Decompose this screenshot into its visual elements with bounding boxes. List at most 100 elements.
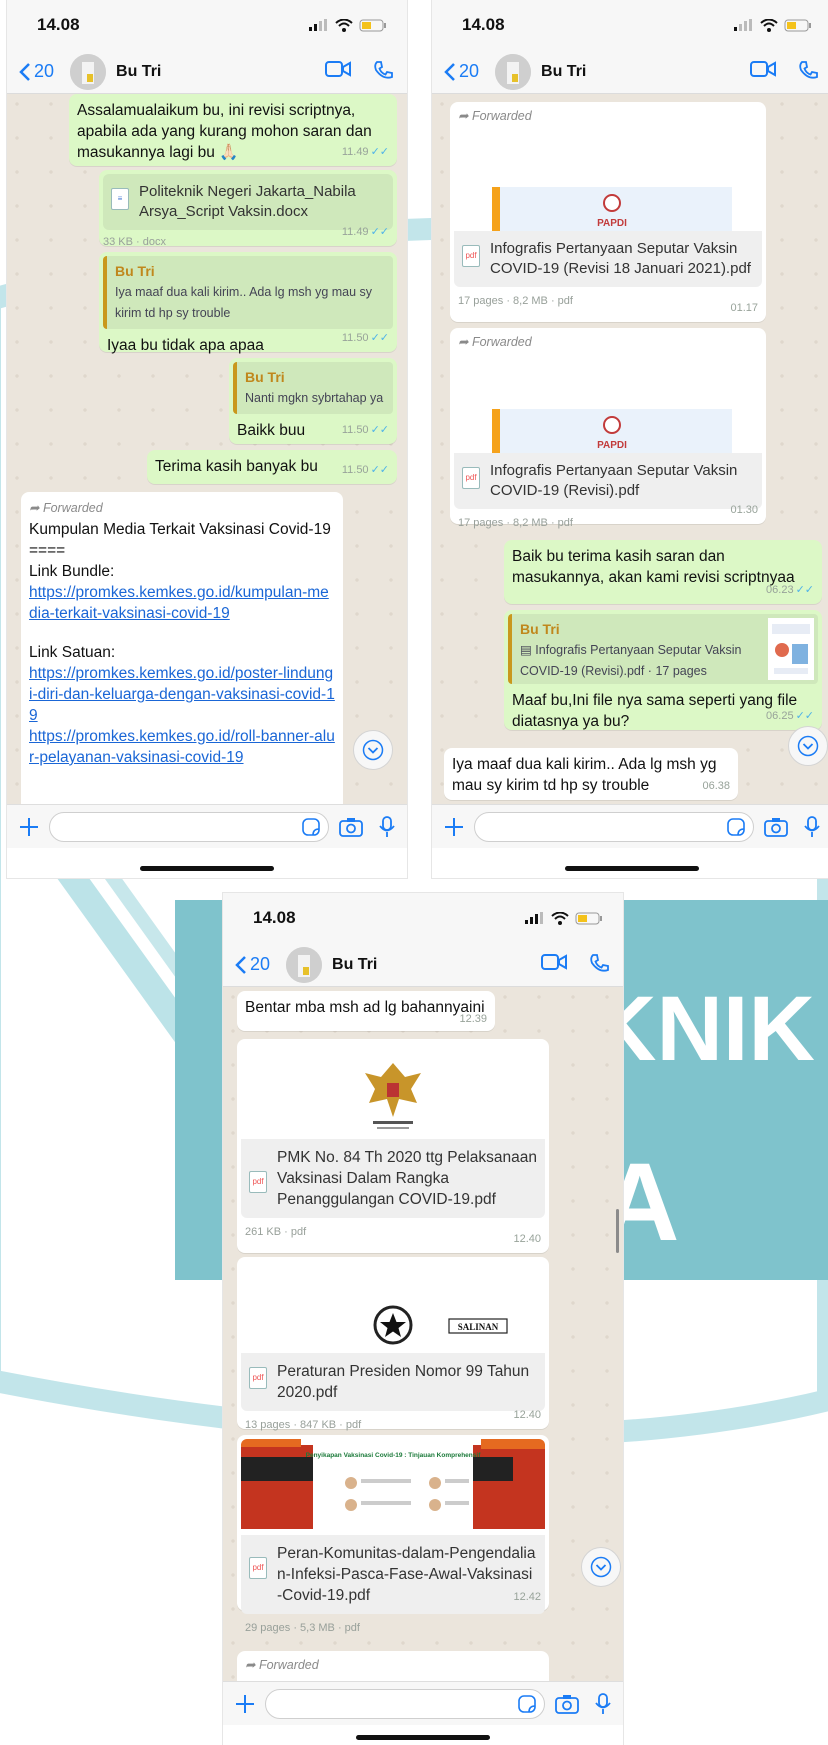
chat-header: 20 Bu Tri <box>223 943 623 987</box>
chat-header: 20 Bu Tri <box>7 50 407 94</box>
avatar[interactable] <box>286 946 323 983</box>
plus-icon[interactable] <box>235 1694 255 1714</box>
contact-name[interactable]: Bu Tri <box>332 956 377 974</box>
message-bubble[interactable]: Baik bu terima kasih saran dan masukanny… <box>504 540 822 604</box>
avatar[interactable] <box>70 53 107 90</box>
scroll-down-button[interactable] <box>581 1547 621 1587</box>
document-name: Politeknik Negeri Jakarta_Nabila Arsya_S… <box>139 183 356 220</box>
microphone-icon[interactable] <box>595 1692 611 1715</box>
reply-message[interactable]: Bu Tri Iya maaf dua kali kirim.. Ada lg … <box>99 252 397 354</box>
roll-banner-link[interactable]: https://promkes.kemkes.go.id/roll-banner… <box>29 726 335 768</box>
video-call-icon[interactable] <box>541 953 567 971</box>
back-button[interactable]: 20 <box>444 61 479 82</box>
status-bar: 14.08 <box>432 0 828 50</box>
sticker-icon[interactable] <box>518 1694 536 1713</box>
forwarded-message[interactable]: ➦ Forwarded Kumpulan Media Terkait Vaksi… <box>21 492 343 804</box>
camera-icon[interactable] <box>339 817 363 837</box>
reply-message[interactable]: Bu Tri Nanti mgkn sybrtahap ya Baikk buu… <box>229 358 397 444</box>
quoted-message[interactable]: Bu Tri Nanti mgkn sybrtahap ya <box>233 362 393 414</box>
bundle-link[interactable]: https://promkes.kemkes.go.id/kumpulan-me… <box>29 582 335 624</box>
read-receipt-icon: ✓✓ <box>370 146 389 158</box>
message-time: 12.42 <box>513 1591 541 1603</box>
poster-link[interactable]: https://promkes.kemkes.go.id/poster-lind… <box>29 663 335 726</box>
document-name: Infografis Pertanyaan Seputar Vaksin COV… <box>490 462 738 499</box>
contact-name[interactable]: Bu Tri <box>116 63 161 81</box>
document-message[interactable]: Penyikapan Vaksinasi Covid-19 : Tinjauan… <box>237 1435 549 1634</box>
avatar[interactable] <box>495 53 532 90</box>
chat-area[interactable]: Assalamualaikum bu, ini revisi scriptnya… <box>7 94 407 804</box>
document-card[interactable]: pdf Infografis Pertanyaan Seputar Vaksin… <box>454 231 762 287</box>
chevron-left-icon <box>19 62 30 81</box>
quoted-thumbnail <box>768 618 814 680</box>
sticker-icon[interactable] <box>302 817 320 836</box>
avatar-icon <box>286 946 323 983</box>
plus-icon[interactable] <box>19 817 39 837</box>
signal-icon <box>734 19 752 31</box>
chat-area[interactable]: Bentar mba msh ad lg bahannyaini 12.39 p… <box>223 987 623 1681</box>
status-time: 14.08 <box>253 908 296 927</box>
message-text: Baik bu terima kasih saran dan masukanny… <box>512 548 795 586</box>
contact-name[interactable]: Bu Tri <box>541 63 586 81</box>
message-bubble[interactable]: Terima kasih banyak bu 11.50 ✓✓ <box>147 450 397 484</box>
message-text: Kumpulan Media Terkait Vaksinasi Covid-1… <box>29 521 331 538</box>
message-text: Bentar mba msh ad lg bahannyaini <box>245 999 485 1016</box>
document-preview[interactable]: PAPDI <box>454 127 762 231</box>
document-message[interactable]: ≡ Politeknik Negeri Jakarta_Nabila Arsya… <box>99 170 397 248</box>
document-card[interactable]: pdf Infografis Pertanyaan Seputar Vaksin… <box>454 453 762 509</box>
sticker-icon[interactable] <box>727 817 745 836</box>
forwarded-document-message[interactable]: ➦ Forwarded PAPDI pdf Infografis Pertany… <box>450 328 766 529</box>
camera-icon[interactable] <box>764 817 788 837</box>
document-preview[interactable]: PAPDI <box>454 353 762 453</box>
phone-call-icon[interactable] <box>373 60 393 80</box>
message-text: Terima kasih banyak bu <box>155 458 318 475</box>
forwarded-label: Forwarded <box>471 335 532 349</box>
forwarded-label: Forwarded <box>258 1658 319 1672</box>
quoted-message[interactable]: Bu Tri Iya maaf dua kali kirim.. Ada lg … <box>103 256 393 329</box>
document-meta: 17 pages · 8,2 MB · pdf <box>458 295 573 307</box>
message-input[interactable] <box>474 811 754 842</box>
camera-icon[interactable] <box>555 1694 579 1714</box>
document-preview[interactable] <box>241 1043 545 1139</box>
microphone-icon[interactable] <box>379 815 395 838</box>
scrollbar[interactable] <box>616 1209 619 1253</box>
forwarded-document-message[interactable]: ➦ Forwarded PAPDI pdf Infografis Pertany… <box>450 102 766 322</box>
battery-icon <box>575 912 602 924</box>
document-card[interactable]: pdf Peraturan Presiden Nomor 99 Tahun 20… <box>241 1353 545 1411</box>
back-button[interactable]: 20 <box>235 954 270 975</box>
quoted-message[interactable]: Bu Tri ▤ Infografis Pertanyaan Seputar V… <box>508 614 818 684</box>
back-button[interactable]: 20 <box>19 61 54 82</box>
document-message[interactable]: SALINAN pdf Peraturan Presiden Nomor 99 … <box>237 1257 549 1431</box>
document-message[interactable]: pdf PMK No. 84 Th 2020 ttg Pelaksanaan V… <box>237 1039 549 1253</box>
read-receipt-icon: ✓✓ <box>370 226 389 238</box>
document-card[interactable]: pdf Peran-Komunitas-dalam-Pengendalian-I… <box>241 1535 545 1614</box>
microphone-icon[interactable] <box>804 815 820 838</box>
forwarded-label: Forwarded <box>471 109 532 123</box>
message-bubble[interactable]: Bentar mba msh ad lg bahannyaini 12.39 <box>237 991 495 1031</box>
video-call-icon[interactable] <box>750 60 776 78</box>
video-call-icon[interactable] <box>325 60 351 78</box>
chat-area[interactable]: ➦ Forwarded PAPDI pdf Infografis Pertany… <box>432 94 828 804</box>
message-bubble[interactable]: Iya maaf dua kali kirim.. Ada lg msh yg … <box>444 748 738 800</box>
forwarded-label: Forwarded <box>42 501 103 515</box>
back-count: 20 <box>34 61 55 81</box>
message-input[interactable] <box>49 811 329 842</box>
reply-message[interactable]: Bu Tri ▤ Infografis Pertanyaan Seputar V… <box>504 610 822 730</box>
forwarded-message[interactable]: ➦ Forwarded <box>237 1651 549 1681</box>
document-thumbnail: PAPDI <box>492 409 732 453</box>
scroll-down-button[interactable] <box>353 730 393 770</box>
phone-call-icon[interactable] <box>589 953 609 973</box>
scroll-down-button[interactable] <box>788 726 828 766</box>
document-preview[interactable]: SALINAN <box>241 1261 545 1353</box>
message-input[interactable] <box>265 1688 545 1719</box>
document-meta: 13 pages · 847 KB · pdf <box>245 1419 362 1431</box>
message-bubble[interactable]: Assalamualaikum bu, ini revisi scriptnya… <box>69 94 397 166</box>
phone-call-icon[interactable] <box>798 60 818 80</box>
document-card[interactable]: pdf PMK No. 84 Th 2020 ttg Pelaksanaan V… <box>241 1139 545 1218</box>
plus-icon[interactable] <box>444 817 464 837</box>
document-meta: 17 pages · 8,2 MB · pdf <box>458 517 573 529</box>
wifi-icon <box>335 18 353 32</box>
input-bar <box>7 804 407 848</box>
salinan-stamp: SALINAN <box>458 1322 499 1332</box>
document-preview[interactable]: Penyikapan Vaksinasi Covid-19 : Tinjauan… <box>241 1439 545 1535</box>
document-name: PMK No. 84 Th 2020 ttg Pelaksanaan Vaksi… <box>277 1149 537 1208</box>
